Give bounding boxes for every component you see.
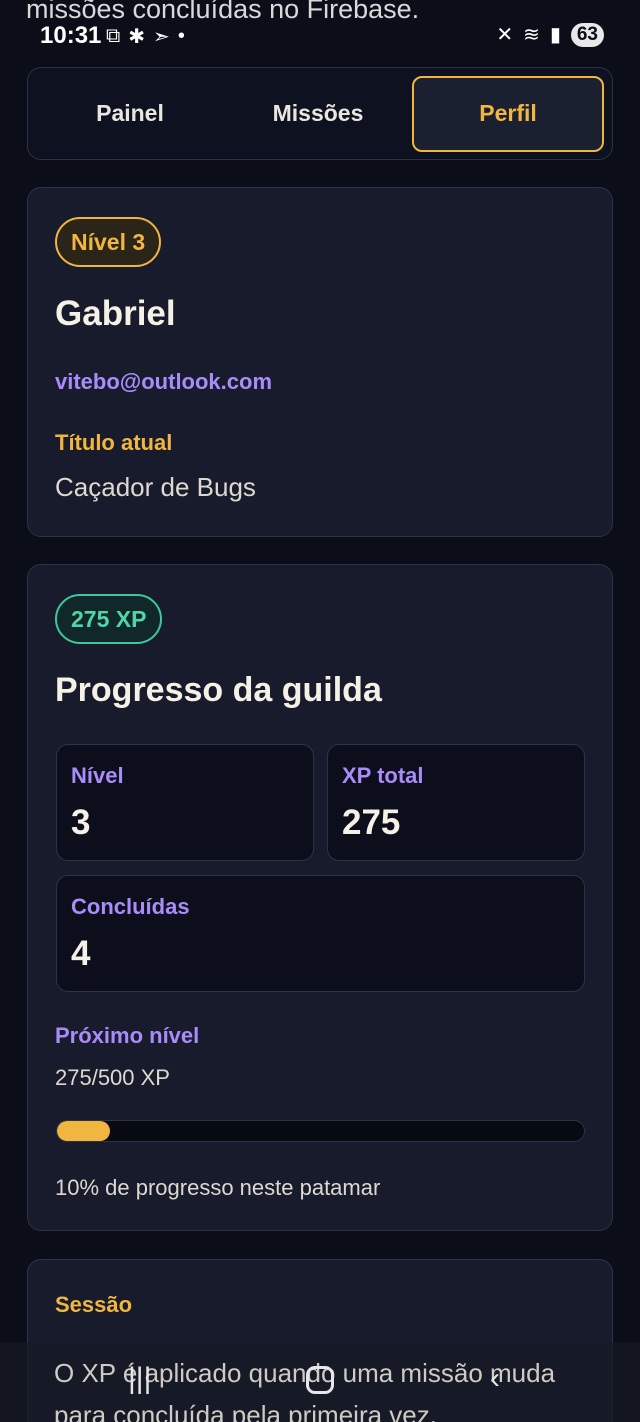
status-right-icons: ✕ ≋ ▮ 63 [496,22,604,47]
status-time: 10:31 [40,22,102,49]
send-icon: ➣ [153,26,170,48]
level-badge: Nível 3 [55,217,162,267]
xp-badge: 275 XP [55,594,163,644]
tab-perfil[interactable]: Perfil [412,75,604,152]
dot-icon: • [177,25,185,47]
next-level-value: 275/500 XP [55,1065,170,1090]
guild-progress-card: 275 XP Progresso da guilda Nível 3 XP to… [27,564,613,1231]
stat-completed-value: 4 [71,934,91,973]
signal-icon: ▮ [549,24,561,46]
next-level-label: Próximo nível [55,1023,200,1048]
back-icon[interactable]: ‹ [490,1362,500,1396]
stat-level-label: Nível [71,763,124,788]
app-screen: missões concluídas no Firebase. 10:31 ⧉ … [0,0,640,1422]
status-left-icons: ⧉ ✱ ➣ • [106,24,185,49]
progress-bar-fill [57,1121,110,1141]
stat-completed-label: Concluídas [71,894,190,919]
stat-xp-label: XP total [342,763,424,788]
status-bar: 10:31 ⧉ ✱ ➣ • ✕ ≋ ▮ 63 [0,22,640,52]
stat-level-box: Nível 3 [56,744,314,861]
progress-bar [56,1120,585,1142]
current-title-label: Título atual [55,430,173,455]
stat-level-value: 3 [71,803,91,842]
mute-icon: ✕ [496,24,514,46]
user-name: Gabriel [55,294,176,333]
profile-card: Nível 3 Gabriel vitebo@outlook.com Títul… [27,187,613,537]
wifi-icon: ≋ [523,24,540,46]
tab-bar: Painel Missões Perfil [27,67,613,160]
recent-apps-icon[interactable]: ||| [128,1362,151,1396]
progress-percent-text: 10% de progresso neste patamar [55,1175,381,1200]
session-label: Sessão [55,1292,133,1317]
tab-painel[interactable]: Painel [36,76,224,152]
bug-icon: ✱ [128,26,146,48]
battery-icon: 63 [570,22,604,47]
home-icon[interactable] [306,1366,334,1394]
user-email: vitebo@outlook.com [55,369,273,394]
stat-xp-value: 275 [342,803,401,842]
tab-missoes[interactable]: Missões [224,76,412,152]
progress-heading: Progresso da guilda [55,671,382,709]
screenshot-icon: ⧉ [106,25,121,47]
current-title-value: Caçador de Bugs [55,472,256,502]
stat-xp-box: XP total 275 [327,744,585,861]
stat-completed-box: Concluídas 4 [56,875,585,992]
